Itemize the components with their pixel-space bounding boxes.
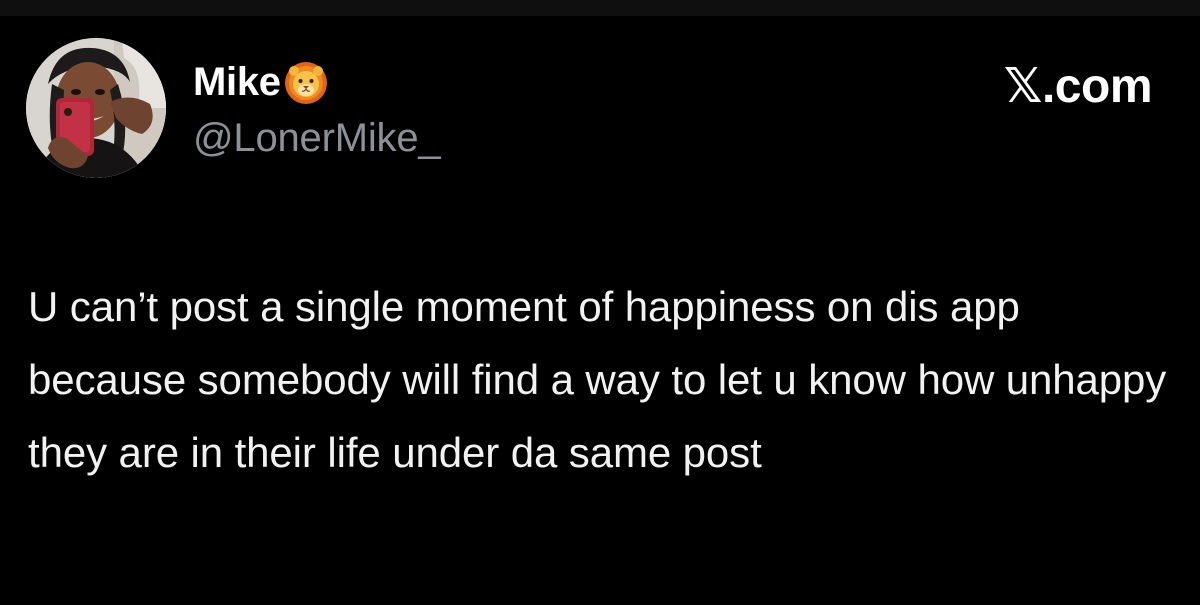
top-edge-strip xyxy=(0,0,1200,16)
author-handle[interactable]: @LonerMike_ xyxy=(193,114,441,162)
avatar[interactable] xyxy=(26,38,166,178)
post-text: U can’t post a single moment of happines… xyxy=(28,283,1167,476)
watermark-text: 𝕏.com xyxy=(1003,60,1153,113)
author-display-name[interactable]: Mike xyxy=(193,60,281,104)
lion-face-icon xyxy=(283,59,329,105)
profile-photo-icon xyxy=(26,38,166,178)
post-card: Mike @LonerMike_ 𝕏.com U can’t post a si… xyxy=(0,16,1200,605)
author-name-row: Mike xyxy=(193,60,329,104)
x-logo: 𝕏.com xyxy=(1003,60,1153,113)
